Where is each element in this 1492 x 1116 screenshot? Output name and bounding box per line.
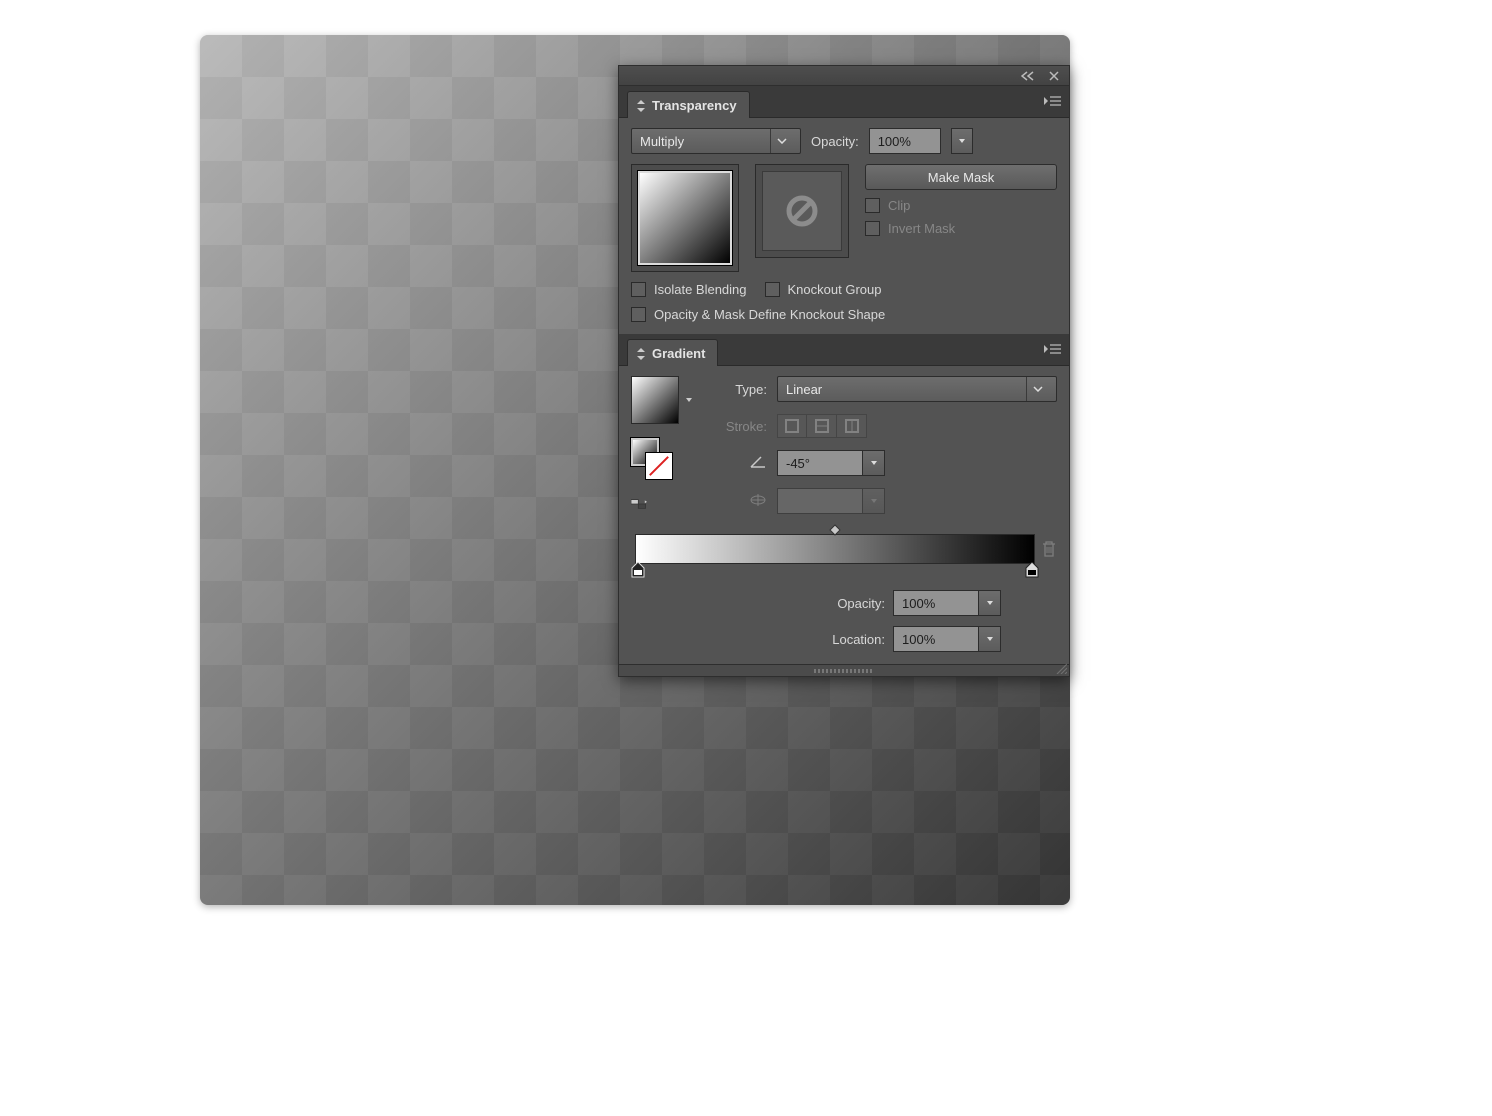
isolate-blending-checkbox[interactable]: Isolate Blending: [631, 282, 747, 297]
gradient-slider[interactable]: [635, 534, 1035, 564]
checkbox-box: [865, 198, 880, 213]
stroke-swatch[interactable]: [645, 452, 673, 480]
mask-thumbnail[interactable]: [762, 171, 842, 251]
opacity-stepper[interactable]: [951, 128, 973, 154]
angle-stepper[interactable]: [863, 450, 885, 476]
angle-field[interactable]: -45°: [777, 450, 885, 476]
stop-opacity-value: 100%: [902, 596, 935, 611]
invert-mask-checkbox[interactable]: Invert Mask: [865, 221, 1057, 236]
gradient-swatch[interactable]: [631, 376, 679, 424]
stroke-align-across[interactable]: [837, 414, 867, 438]
color-stop-right[interactable]: [1025, 562, 1039, 578]
expand-collapse-icon: [636, 347, 646, 361]
grip-dots: [814, 669, 874, 673]
reverse-gradient-icon[interactable]: [631, 496, 647, 512]
stop-location-value: 100%: [902, 632, 935, 647]
stop-location-label: Location:: [815, 632, 885, 647]
blend-mode-select[interactable]: Multiply: [631, 128, 801, 154]
window-titlebar[interactable]: [619, 66, 1069, 86]
clip-checkbox[interactable]: Clip: [865, 198, 1057, 213]
stroke-alignment-group: [777, 414, 867, 438]
resize-corner-icon[interactable]: [1053, 660, 1067, 674]
transparency-body: Multiply Opacity: 100%: [619, 118, 1069, 334]
opacity-mask-define-checkbox[interactable]: Opacity & Mask Define Knockout Shape: [631, 307, 1057, 322]
panel-resize-grip[interactable]: [619, 664, 1069, 676]
close-icon[interactable]: [1047, 69, 1061, 83]
checkbox-box: [865, 221, 880, 236]
stop-opacity-input[interactable]: 100%: [893, 590, 979, 616]
type-label: Type:: [715, 382, 767, 397]
make-mask-button[interactable]: Make Mask: [865, 164, 1057, 190]
opacity-value: 100%: [878, 134, 911, 149]
isolate-label: Isolate Blending: [654, 282, 747, 297]
stroke-align-along[interactable]: [807, 414, 837, 438]
panels-window: Transparency Multiply Opacity: 100%: [618, 65, 1070, 677]
gradient-body: Type: Linear Stroke:: [619, 366, 1069, 664]
aspect-ratio-input: [777, 488, 863, 514]
gradient-type-select[interactable]: Linear: [777, 376, 1057, 402]
fill-stroke-toggle[interactable]: [631, 438, 675, 482]
stop-location-field[interactable]: 100%: [893, 626, 1001, 652]
gradient-tab-row: Gradient: [619, 334, 1069, 366]
checkbox-box: [631, 307, 646, 322]
chevron-down-icon: [770, 129, 792, 153]
stop-location-stepper[interactable]: [979, 626, 1001, 652]
aspect-ratio-field: [777, 488, 885, 514]
knockout-label: Knockout Group: [788, 282, 882, 297]
make-mask-label: Make Mask: [928, 170, 994, 185]
delete-stop-icon[interactable]: [1041, 540, 1057, 558]
angle-input[interactable]: -45°: [777, 450, 863, 476]
midpoint-diamond-icon[interactable]: [829, 524, 841, 536]
stop-opacity-stepper[interactable]: [979, 590, 1001, 616]
tab-label: Gradient: [652, 346, 705, 361]
aspect-ratio-icon: [715, 493, 767, 510]
panel-menu-icon[interactable]: [1043, 342, 1061, 356]
color-stop-left[interactable]: [631, 562, 645, 578]
invert-mask-label: Invert Mask: [888, 221, 955, 236]
gradient-track[interactable]: [635, 534, 1035, 564]
blend-mode-value: Multiply: [640, 134, 684, 149]
aspect-ratio-stepper: [863, 488, 885, 514]
opacity-input[interactable]: 100%: [869, 128, 941, 154]
gradient-type-value: Linear: [786, 382, 822, 397]
angle-icon: [715, 455, 767, 472]
checkbox-box: [631, 282, 646, 297]
checkbox-box: [765, 282, 780, 297]
no-mask-icon: [785, 194, 819, 228]
tab-gradient[interactable]: Gradient: [627, 339, 718, 366]
opacity-label: Opacity:: [811, 134, 859, 149]
thumbnail-container: [631, 164, 739, 272]
object-thumbnail[interactable]: [638, 171, 732, 265]
expand-collapse-icon: [636, 99, 646, 113]
panel-menu-icon[interactable]: [1043, 94, 1061, 108]
gradient-swatch-menu[interactable]: [683, 394, 695, 406]
stop-location-input[interactable]: 100%: [893, 626, 979, 652]
tab-label: Transparency: [652, 98, 737, 113]
collapse-icon[interactable]: [1021, 69, 1035, 83]
opacity-mask-define-label: Opacity & Mask Define Knockout Shape: [654, 307, 885, 322]
stroke-label: Stroke:: [715, 419, 767, 434]
chevron-down-icon: [1026, 377, 1048, 401]
knockout-group-checkbox[interactable]: Knockout Group: [765, 282, 882, 297]
stroke-align-within[interactable]: [777, 414, 807, 438]
stop-opacity-label: Opacity:: [815, 596, 885, 611]
mask-thumbnail-container: [755, 164, 849, 258]
stop-opacity-field[interactable]: 100%: [893, 590, 1001, 616]
angle-value: -45°: [786, 456, 810, 471]
tab-transparency[interactable]: Transparency: [627, 91, 750, 118]
transparency-tab-row: Transparency: [619, 86, 1069, 118]
clip-label: Clip: [888, 198, 910, 213]
